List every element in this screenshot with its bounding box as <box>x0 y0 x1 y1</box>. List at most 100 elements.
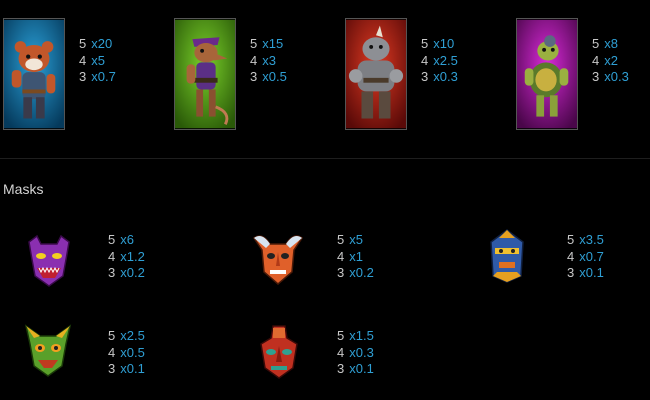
symbol-count: 4 <box>592 52 600 68</box>
multiplier: x0.1 <box>349 361 374 376</box>
multiplier: x10 <box>433 36 455 51</box>
multiplier: x2.5 <box>433 52 458 68</box>
rat-paytable: 5 x15 4 x3 3 x0.5 <box>250 36 287 86</box>
multiplier: x0.7 <box>579 248 604 264</box>
horned-orange-mask-icon <box>252 230 304 286</box>
pay-row: 5 x20 <box>79 36 116 53</box>
red-long-mask-icon <box>253 324 305 380</box>
symbol-count: 4 <box>108 344 116 360</box>
pay-row: 4 x1.2 <box>108 249 145 266</box>
pay-row: 3 x0.1 <box>108 361 145 378</box>
symbol-count: 5 <box>421 36 429 51</box>
symbol-count: 3 <box>592 69 600 84</box>
pay-row: 4 x0.5 <box>108 345 145 362</box>
symbol-count: 5 <box>108 232 116 247</box>
symbol-count: 5 <box>337 328 345 343</box>
multiplier: x0.5 <box>120 344 145 360</box>
symbol-count: 3 <box>567 265 575 280</box>
blue-diamond-mask-paytable: 5 x3.5 4 x0.7 3 x0.1 <box>567 232 604 282</box>
pay-row: 3 x0.5 <box>250 69 287 86</box>
pay-row: 3 x0.2 <box>108 265 145 282</box>
symbol-count: 4 <box>337 248 345 264</box>
symbol-count: 5 <box>567 232 575 247</box>
symbol-count: 3 <box>421 69 429 84</box>
rhino-character-icon <box>345 18 407 130</box>
multiplier: x2.5 <box>120 328 145 343</box>
pay-row: 5 x10 <box>421 36 458 53</box>
pay-row: 5 x3.5 <box>567 232 604 249</box>
multiplier: x3 <box>262 52 276 68</box>
section-divider <box>0 158 650 159</box>
symbol-count: 3 <box>337 265 345 280</box>
symbol-count: 3 <box>337 361 345 376</box>
pay-row: 4 x1 <box>337 249 374 266</box>
multiplier: x0.7 <box>91 69 116 84</box>
pay-row: 5 x6 <box>108 232 145 249</box>
turtle-character-icon <box>516 18 578 130</box>
pay-row: 4 x0.3 <box>337 345 374 362</box>
pay-row: 3 x0.7 <box>79 69 116 86</box>
multiplier: x0.5 <box>262 69 287 84</box>
masks-section-title: Masks <box>3 181 44 197</box>
horned-orange-mask-paytable: 5 x5 4 x1 3 x0.2 <box>337 232 374 282</box>
purple-dragon-mask-icon <box>23 232 75 288</box>
symbol-count: 3 <box>108 361 116 376</box>
pay-row: 4 x3 <box>250 53 287 70</box>
symbol-count: 4 <box>79 52 87 68</box>
pay-row: 3 x0.1 <box>567 265 604 282</box>
pay-row: 5 x5 <box>337 232 374 249</box>
multiplier: x3.5 <box>579 232 604 247</box>
multiplier: x0.2 <box>349 265 374 280</box>
symbol-count: 3 <box>108 265 116 280</box>
multiplier: x5 <box>91 52 105 68</box>
symbol-count: 5 <box>79 36 87 51</box>
green-horned-mask-icon <box>22 322 74 378</box>
pay-row: 5 x8 <box>592 36 629 53</box>
purple-dragon-mask-paytable: 5 x6 4 x1.2 3 x0.2 <box>108 232 145 282</box>
symbol-count: 3 <box>250 69 258 84</box>
multiplier: x1 <box>349 248 363 264</box>
multiplier: x8 <box>604 36 618 51</box>
multiplier: x0.1 <box>120 361 145 376</box>
symbol-count: 4 <box>250 52 258 68</box>
symbol-count: 4 <box>567 248 575 264</box>
symbol-count: 5 <box>250 36 258 51</box>
green-horned-mask-paytable: 5 x2.5 4 x0.5 3 x0.1 <box>108 328 145 378</box>
symbol-count: 5 <box>337 232 345 247</box>
multiplier: x0.3 <box>604 69 629 84</box>
multiplier: x0.1 <box>579 265 604 280</box>
multiplier: x0.3 <box>349 344 374 360</box>
blue-diamond-mask-icon <box>481 228 533 284</box>
multiplier: x0.2 <box>120 265 145 280</box>
multiplier: x0.3 <box>433 69 458 84</box>
symbol-count: 5 <box>108 328 116 343</box>
multiplier: x6 <box>120 232 134 247</box>
symbol-count: 5 <box>592 36 600 51</box>
red-long-mask-paytable: 5 x1.5 4 x0.3 3 x0.1 <box>337 328 374 378</box>
pay-row: 3 x0.3 <box>592 69 629 86</box>
pay-row: 3 x0.2 <box>337 265 374 282</box>
multiplier: x20 <box>91 36 113 51</box>
pay-row: 4 x2.5 <box>421 53 458 70</box>
rhino-paytable: 5 x10 4 x2.5 3 x0.3 <box>421 36 458 86</box>
pay-row: 3 x0.1 <box>337 361 374 378</box>
symbol-count: 4 <box>337 344 345 360</box>
multiplier: x1.2 <box>120 248 145 264</box>
pay-row: 5 x15 <box>250 36 287 53</box>
pay-row: 4 x0.7 <box>567 249 604 266</box>
multiplier: x5 <box>349 232 363 247</box>
rat-character-icon <box>174 18 236 130</box>
turtle-paytable: 5 x8 4 x2 3 x0.3 <box>592 36 629 86</box>
multiplier: x1.5 <box>349 328 374 343</box>
symbol-count: 4 <box>421 52 429 68</box>
pay-row: 4 x5 <box>79 53 116 70</box>
symbol-count: 3 <box>79 69 87 84</box>
symbol-count: 4 <box>108 248 116 264</box>
pay-row: 3 x0.3 <box>421 69 458 86</box>
pay-row: 5 x2.5 <box>108 328 145 345</box>
red-panda-paytable: 5 x20 4 x5 3 x0.7 <box>79 36 116 86</box>
pay-row: 4 x2 <box>592 53 629 70</box>
pay-row: 5 x1.5 <box>337 328 374 345</box>
multiplier: x2 <box>604 52 618 68</box>
multiplier: x15 <box>262 36 284 51</box>
